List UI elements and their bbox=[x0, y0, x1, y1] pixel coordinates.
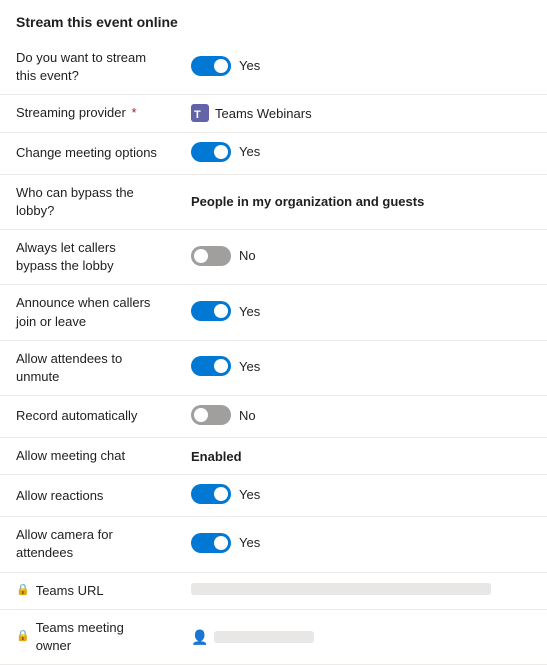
toggle-track-stream-event[interactable] bbox=[191, 56, 231, 76]
toggle-thumb-stream-event bbox=[214, 59, 228, 73]
toggle-announce-callers[interactable]: Yes bbox=[191, 301, 260, 321]
required-star: * bbox=[128, 105, 137, 120]
settings-row-callers-bypass: Always let callers bypass the lobby No bbox=[0, 229, 547, 284]
toggle-thumb-allow-unmute bbox=[214, 359, 228, 373]
label-change-meeting-options: Change meeting options bbox=[0, 132, 175, 174]
svg-text:T: T bbox=[194, 109, 201, 121]
value-announce-callers[interactable]: Yes bbox=[175, 285, 547, 340]
settings-row-record-auto: Record automatically No bbox=[0, 396, 547, 438]
person-icon: 👤 bbox=[191, 629, 208, 646]
value-stream-event[interactable]: Yes bbox=[175, 40, 547, 95]
toggle-track-reactions[interactable] bbox=[191, 484, 231, 504]
value-camera-attendees[interactable]: Yes bbox=[175, 517, 547, 572]
lock-icon: 🔒 bbox=[16, 629, 30, 644]
value-teams-url bbox=[175, 572, 547, 609]
provider-name: Teams Webinars bbox=[215, 106, 312, 121]
provider-wrap: T Teams Webinars bbox=[191, 104, 531, 122]
settings-row-stream-event: Do you want to stream this event? Yes bbox=[0, 40, 547, 95]
settings-table: Do you want to stream this event? Yes Stre… bbox=[0, 40, 547, 665]
value-streaming-provider: T Teams Webinars bbox=[175, 95, 547, 132]
toggle-thumb-announce-callers bbox=[214, 304, 228, 318]
toggle-track-record-auto[interactable] bbox=[191, 405, 231, 425]
label-meeting-chat: Allow meeting chat bbox=[0, 438, 175, 475]
toggle-track-change-meeting-options[interactable] bbox=[191, 142, 231, 162]
toggle-thumb-reactions bbox=[214, 487, 228, 501]
toggle-label-announce-callers: Yes bbox=[239, 304, 260, 319]
owner-wrap: 👤 bbox=[191, 629, 531, 646]
settings-row-bypass-lobby: Who can bypass the lobby? People in my or… bbox=[0, 174, 547, 229]
settings-row-teams-url: 🔒Teams URL bbox=[0, 572, 547, 609]
toggle-label-change-meeting-options: Yes bbox=[239, 144, 260, 159]
toggle-thumb-camera-attendees bbox=[214, 536, 228, 550]
value-change-meeting-options[interactable]: Yes bbox=[175, 132, 547, 174]
url-blurred bbox=[191, 583, 491, 595]
toggle-callers-bypass[interactable]: No bbox=[191, 246, 256, 266]
toggle-reactions[interactable]: Yes bbox=[191, 484, 260, 504]
toggle-thumb-change-meeting-options bbox=[214, 145, 228, 159]
settings-row-meeting-chat: Allow meeting chat Enabled bbox=[0, 438, 547, 475]
toggle-camera-attendees[interactable]: Yes bbox=[191, 533, 260, 553]
toggle-track-callers-bypass[interactable] bbox=[191, 246, 231, 266]
toggle-label-record-auto: No bbox=[239, 408, 256, 423]
settings-row-announce-callers: Announce when callers join or leave Yes bbox=[0, 285, 547, 340]
value-record-auto[interactable]: No bbox=[175, 396, 547, 438]
settings-row-teams-owner: 🔒Teams meeting owner 👤 bbox=[0, 609, 547, 664]
toggle-thumb-record-auto bbox=[194, 408, 208, 422]
settings-row-camera-attendees: Allow camera for attendees Yes bbox=[0, 517, 547, 572]
settings-row-allow-unmute: Allow attendees to unmute Yes bbox=[0, 340, 547, 395]
page-title: Stream this event online bbox=[0, 0, 547, 40]
toggle-thumb-callers-bypass bbox=[194, 249, 208, 263]
toggle-label-allow-unmute: Yes bbox=[239, 359, 260, 374]
teams-icon: T bbox=[191, 104, 209, 122]
toggle-track-allow-unmute[interactable] bbox=[191, 356, 231, 376]
toggle-label-stream-event: Yes bbox=[239, 58, 260, 73]
value-reactions[interactable]: Yes bbox=[175, 475, 547, 517]
toggle-stream-event[interactable]: Yes bbox=[191, 56, 260, 76]
label-announce-callers: Announce when callers join or leave bbox=[0, 285, 175, 340]
toggle-label-reactions: Yes bbox=[239, 487, 260, 502]
label-stream-event: Do you want to stream this event? bbox=[0, 40, 175, 95]
settings-row-streaming-provider: Streaming provider * T Teams Webinars bbox=[0, 95, 547, 132]
toggle-track-announce-callers[interactable] bbox=[191, 301, 231, 321]
toggle-change-meeting-options[interactable]: Yes bbox=[191, 142, 260, 162]
label-reactions: Allow reactions bbox=[0, 475, 175, 517]
label-teams-url: 🔒Teams URL bbox=[0, 572, 175, 609]
bold-value-meeting-chat: Enabled bbox=[191, 449, 242, 464]
toggle-label-callers-bypass: No bbox=[239, 248, 256, 263]
value-meeting-chat: Enabled bbox=[175, 438, 547, 475]
value-teams-owner: 👤 bbox=[175, 609, 547, 664]
label-teams-owner: 🔒Teams meeting owner bbox=[0, 609, 175, 664]
label-callers-bypass: Always let callers bypass the lobby bbox=[0, 229, 175, 284]
value-callers-bypass[interactable]: No bbox=[175, 229, 547, 284]
label-record-auto: Record automatically bbox=[0, 396, 175, 438]
value-allow-unmute[interactable]: Yes bbox=[175, 340, 547, 395]
label-camera-attendees: Allow camera for attendees bbox=[0, 517, 175, 572]
label-allow-unmute: Allow attendees to unmute bbox=[0, 340, 175, 395]
toggle-allow-unmute[interactable]: Yes bbox=[191, 356, 260, 376]
lock-icon: 🔒 bbox=[16, 583, 30, 598]
label-streaming-provider: Streaming provider * bbox=[0, 95, 175, 132]
bold-value-bypass-lobby: People in my organization and guests bbox=[191, 194, 424, 209]
value-bypass-lobby: People in my organization and guests bbox=[175, 174, 547, 229]
settings-row-change-meeting-options: Change meeting options Yes bbox=[0, 132, 547, 174]
label-bypass-lobby: Who can bypass the lobby? bbox=[0, 174, 175, 229]
toggle-label-camera-attendees: Yes bbox=[239, 535, 260, 550]
toggle-record-auto[interactable]: No bbox=[191, 405, 256, 425]
settings-row-reactions: Allow reactions Yes bbox=[0, 475, 547, 517]
owner-blurred bbox=[214, 631, 314, 643]
toggle-track-camera-attendees[interactable] bbox=[191, 533, 231, 553]
